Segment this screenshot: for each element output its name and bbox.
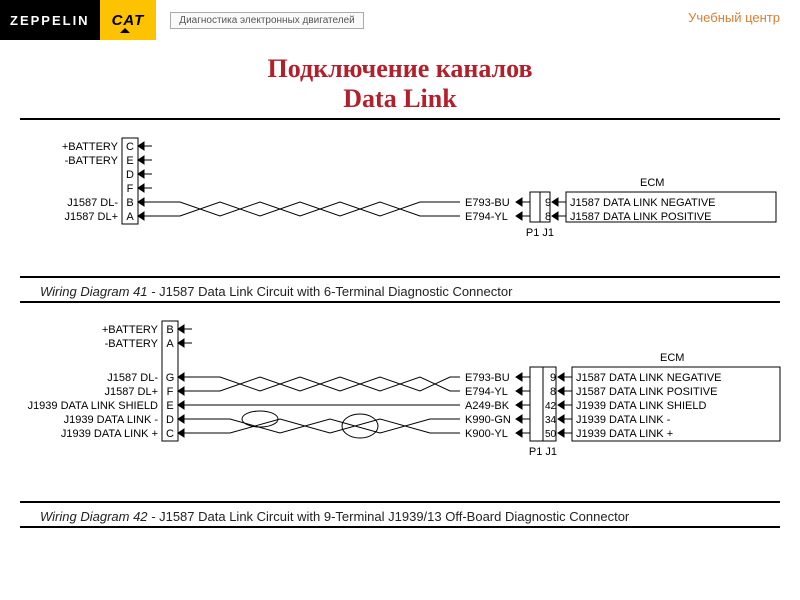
logo-cat: CAT xyxy=(100,0,157,40)
d1-pin-c: C xyxy=(126,141,134,153)
d1-bat-pos: +BATTERY xyxy=(62,141,119,153)
header-subtitle: Диагностика электронных двигателей xyxy=(170,12,363,29)
diagram-1: +BATTERY -BATTERY J1587 DL- J1587 DL+ C … xyxy=(0,124,800,274)
page-title: Подключение каналов Data Link xyxy=(0,54,800,114)
caption-prefix-1: Wiring Diagram 41 - xyxy=(40,284,159,299)
d1-ecm-pos: J1587 DATA LINK POSITIVE xyxy=(570,211,711,223)
d2-bat-pos: +BATTERY xyxy=(102,324,159,336)
d2-ecm-j1939p: J1939 DATA LINK + xyxy=(576,428,673,440)
d2-right-arrows xyxy=(516,373,572,437)
d1-pin-f: F xyxy=(127,183,134,195)
d2-left-arrows xyxy=(178,325,192,437)
d2-pin-a: A xyxy=(166,338,174,350)
diagram-2-caption: Wiring Diagram 42 - J1587 Data Link Circ… xyxy=(40,509,780,524)
diagram-1-caption: Wiring Diagram 41 - J1587 Data Link Circ… xyxy=(40,284,780,299)
d2-pin-g: G xyxy=(166,372,175,384)
d2-wire-bu: E793-BU xyxy=(465,372,510,384)
divider-d2-top xyxy=(20,501,780,503)
d2-ecm-neg: J1587 DATA LINK NEGATIVE xyxy=(576,372,722,384)
d1-j1587-dlm: J1587 DL- xyxy=(67,197,118,209)
divider-top xyxy=(20,118,780,120)
d2-pin-f: F xyxy=(167,386,174,398)
d1-wire-yl: E794-YL xyxy=(465,211,508,223)
d1-wire-bu: E793-BU xyxy=(465,197,510,209)
d1-ecm-neg: J1587 DATA LINK NEGATIVE xyxy=(570,197,716,209)
d2-j1939p: J1939 DATA LINK + xyxy=(61,428,158,440)
header-right-label: Учебный центр xyxy=(688,10,780,25)
title-line1: Подключение каналов xyxy=(0,54,800,84)
d2-pin-e: E xyxy=(166,400,173,412)
d2-pin-c: C xyxy=(166,428,174,440)
diagram-2: +BATTERY -BATTERY J1587 DL- J1587 DL+ J1… xyxy=(0,309,800,499)
d1-left-arrows xyxy=(138,142,152,220)
d2-ecm-j1939m: J1939 DATA LINK - xyxy=(576,414,671,426)
d1-pin-9: 9 xyxy=(545,197,551,209)
d1-bat-neg: -BATTERY xyxy=(65,155,119,167)
d1-ecm-label: ECM xyxy=(640,177,664,189)
d1-j1587-dlp: J1587 DL+ xyxy=(64,211,118,223)
d2-j1587-dlm: J1587 DL- xyxy=(107,372,158,384)
d2-ecm-pos: J1587 DATA LINK POSITIVE xyxy=(576,386,717,398)
d2-pin-d: D xyxy=(166,414,174,426)
d2-wire-bk: A249-BK xyxy=(465,400,510,412)
d1-p1j1: P1 J1 xyxy=(526,227,554,239)
d2-p1j1: P1 J1 xyxy=(529,446,557,458)
caption-text-1: J1587 Data Link Circuit with 6-Terminal … xyxy=(159,284,512,299)
logo-cat-text: CAT xyxy=(112,12,145,29)
d1-right-arrows xyxy=(516,198,566,220)
d2-ecm-shield: J1939 DATA LINK SHIELD xyxy=(576,400,706,412)
d1-pin-a: A xyxy=(126,211,134,223)
divider-d2-bottom xyxy=(20,526,780,528)
d2-j1587-dlp: J1587 DL+ xyxy=(104,386,158,398)
d2-shield: J1939 DATA LINK SHIELD xyxy=(28,400,158,412)
divider-d1-bottom xyxy=(20,301,780,303)
d2-pin-b: B xyxy=(166,324,173,336)
divider-d1-top xyxy=(20,276,780,278)
d1-pin-8: 8 xyxy=(545,211,551,223)
title-line2: Data Link xyxy=(0,84,800,114)
logo-zeppelin: ZEPPELIN xyxy=(0,0,100,40)
d2-bat-neg: -BATTERY xyxy=(105,338,159,350)
d2-pin-9: 9 xyxy=(550,372,556,384)
d2-wire-yl2: K900-YL xyxy=(465,428,508,440)
cat-triangle-icon xyxy=(120,28,130,33)
d2-ecm-label: ECM xyxy=(660,352,684,364)
d2-wire-yl: E794-YL xyxy=(465,386,508,398)
caption-prefix-2: Wiring Diagram 42 - xyxy=(40,509,159,524)
header: ZEPPELIN CAT Диагностика электронных дви… xyxy=(0,0,800,40)
d2-j1939m: J1939 DATA LINK - xyxy=(64,414,159,426)
d1-pin-d: D xyxy=(126,169,134,181)
d2-pin-34: 34 xyxy=(545,415,557,426)
d2-pin-50: 50 xyxy=(545,429,557,440)
d1-pin-e: E xyxy=(126,155,133,167)
d2-wire-gn: K990-GN xyxy=(465,414,511,426)
d2-pin-8: 8 xyxy=(550,386,556,398)
d2-pin-42: 42 xyxy=(545,401,557,412)
caption-text-2: J1587 Data Link Circuit with 9-Terminal … xyxy=(159,509,629,524)
d1-pin-b: B xyxy=(126,197,133,209)
